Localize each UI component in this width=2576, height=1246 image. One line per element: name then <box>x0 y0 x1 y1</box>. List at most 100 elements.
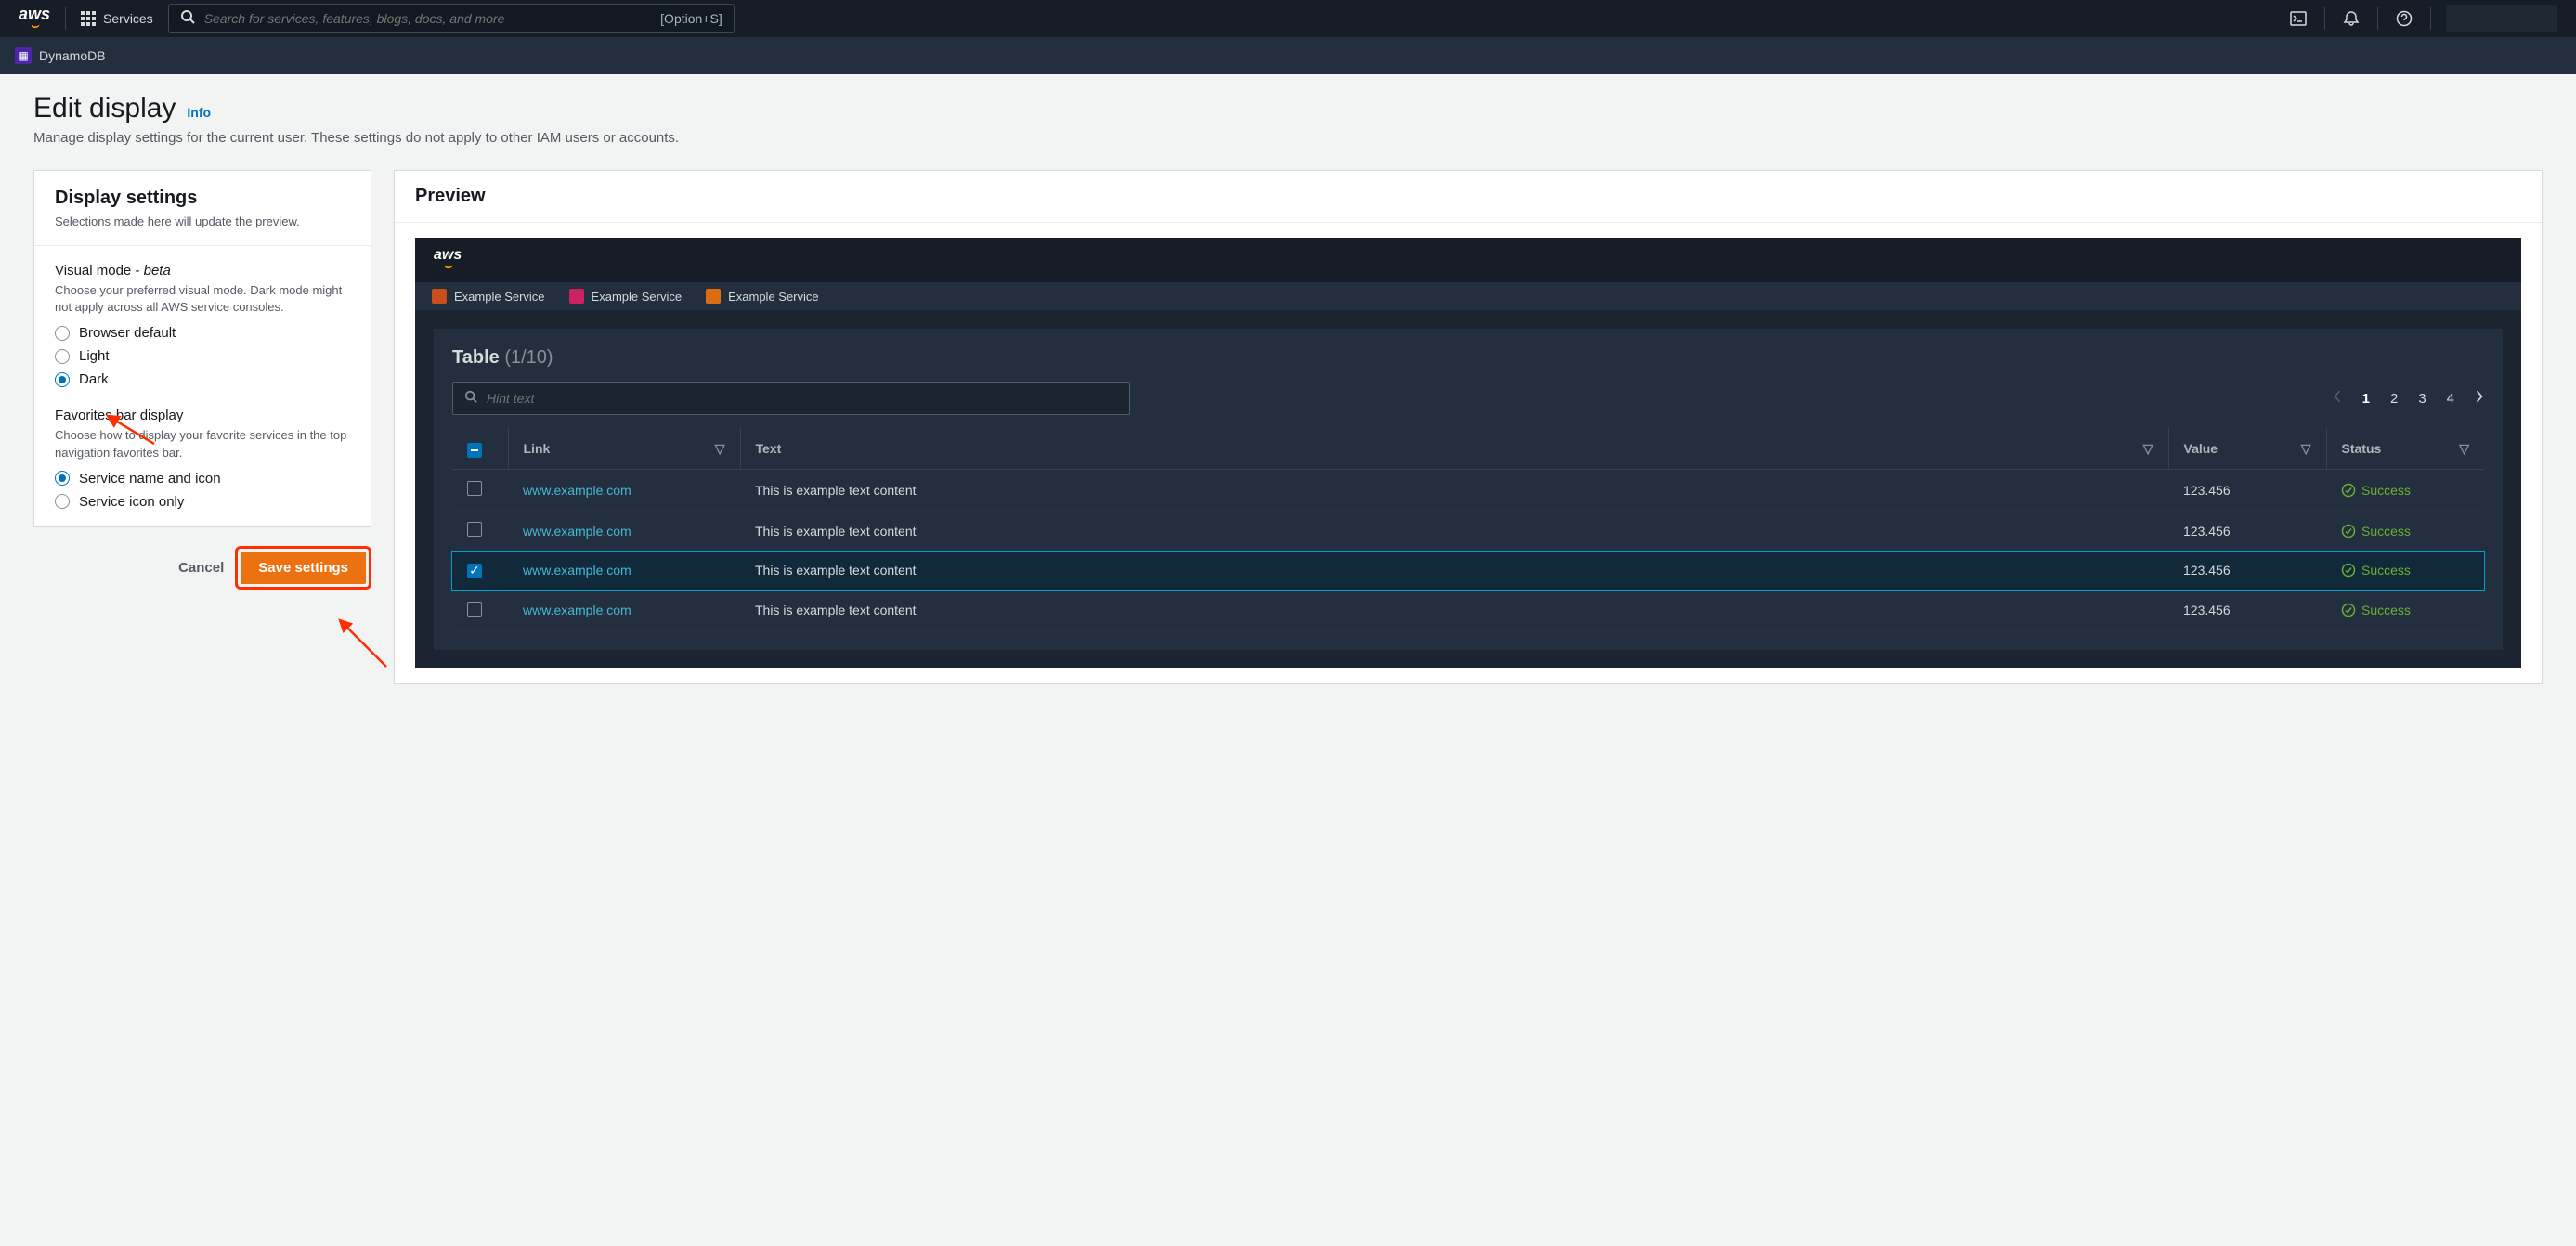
search-input[interactable] <box>204 11 651 26</box>
col-status[interactable]: Status▽ <box>2326 428 2484 470</box>
display-settings-panel: Display settings Selections made here wi… <box>33 170 371 527</box>
favorite-service[interactable]: Example Service <box>706 289 819 304</box>
cloudshell-icon[interactable] <box>2287 7 2309 30</box>
favorite-service[interactable]: Example Service <box>569 289 683 304</box>
action-buttons: Cancel Save settings <box>33 546 371 590</box>
preview-title: Preview <box>415 186 2521 207</box>
radio-dark[interactable]: Dark <box>55 371 350 387</box>
service-icon <box>432 289 447 304</box>
radio-icon <box>55 372 70 387</box>
col-value[interactable]: Value▽ <box>2168 428 2326 470</box>
cell-status: Success <box>2326 511 2484 552</box>
cell-link[interactable]: www.example.com <box>508 590 740 630</box>
row-checkbox[interactable] <box>467 522 482 537</box>
page-prev[interactable] <box>2333 389 2342 408</box>
radio-light[interactable]: Light <box>55 348 350 364</box>
checkbox-indeterminate-icon <box>467 443 482 458</box>
page-2[interactable]: 2 <box>2390 391 2398 407</box>
select-all-header[interactable] <box>452 428 508 470</box>
sort-icon: ▽ <box>2459 441 2469 457</box>
cell-value: 123.456 <box>2168 470 2326 511</box>
success-icon <box>2341 483 2356 498</box>
row-checkbox[interactable] <box>467 602 482 617</box>
cancel-button[interactable]: Cancel <box>178 546 224 590</box>
preview-favorites-bar: Example Service Example Service Example … <box>415 282 2521 310</box>
info-link[interactable]: Info <box>187 105 211 120</box>
annotation-highlight: Save settings <box>235 546 371 590</box>
services-menu[interactable]: Services <box>81 11 153 26</box>
search-shortcut: [Option+S] <box>660 11 722 26</box>
aws-logo: aws⌣ <box>434 248 462 272</box>
service-icon <box>569 289 584 304</box>
radio-icon <box>55 326 70 341</box>
success-icon <box>2341 603 2356 617</box>
cell-status: Success <box>2326 590 2484 630</box>
sort-icon: ▽ <box>715 441 725 457</box>
settings-title: Display settings <box>55 188 350 209</box>
visual-mode-radios: Browser default Light Dark <box>55 325 350 387</box>
preview-table: Link▽ Text▽ Value▽ Status▽ www.example.c… <box>452 428 2484 631</box>
col-link[interactable]: Link▽ <box>508 428 740 470</box>
page-1[interactable]: 1 <box>2362 391 2370 407</box>
radio-icon <box>55 349 70 364</box>
radio-icon <box>55 471 70 486</box>
main-content: Edit display Info Manage display setting… <box>0 74 2576 703</box>
cell-status: Success <box>2326 470 2484 511</box>
top-nav: aws⌣ Services [Option+S] <box>0 0 2576 37</box>
col-text[interactable]: Text▽ <box>740 428 2168 470</box>
help-icon[interactable] <box>2393 7 2415 30</box>
services-label: Services <box>103 11 153 26</box>
page-4[interactable]: 4 <box>2447 391 2454 407</box>
favorites-desc: Choose how to display your favorite serv… <box>55 427 350 461</box>
sort-icon: ▽ <box>2143 441 2153 457</box>
radio-browser-default[interactable]: Browser default <box>55 325 350 341</box>
cell-link[interactable]: www.example.com <box>508 552 740 591</box>
cell-text: This is example text content <box>740 590 2168 630</box>
table-row[interactable]: www.example.comThis is example text cont… <box>452 590 2484 630</box>
notifications-icon[interactable] <box>2340 7 2362 30</box>
favorite-service[interactable]: Example Service <box>432 289 545 304</box>
cell-text: This is example text content <box>740 552 2168 591</box>
visual-mode-desc: Choose your preferred visual mode. Dark … <box>55 282 350 316</box>
table-row[interactable]: www.example.comThis is example text cont… <box>452 511 2484 552</box>
save-settings-button[interactable]: Save settings <box>241 552 366 584</box>
table-row[interactable]: ✓ www.example.comThis is example text con… <box>452 552 2484 591</box>
divider <box>65 7 66 30</box>
service-subnav: ▦ DynamoDB <box>0 37 2576 74</box>
search-icon <box>464 390 477 408</box>
success-icon <box>2341 563 2356 578</box>
radio-icon-only[interactable]: Service icon only <box>55 494 350 510</box>
pagination: 1 2 3 4 <box>2333 389 2484 408</box>
preview-table-card: Table (1/10) <box>434 329 2503 650</box>
divider <box>2430 7 2431 30</box>
visual-mode-title: Visual mode - beta <box>55 263 350 279</box>
cell-value: 123.456 <box>2168 552 2326 591</box>
success-icon <box>2341 524 2356 539</box>
table-search[interactable] <box>452 382 1130 415</box>
table-row[interactable]: www.example.comThis is example text cont… <box>452 470 2484 511</box>
row-checkbox[interactable]: ✓ <box>467 564 482 578</box>
radio-name-and-icon[interactable]: Service name and icon <box>55 471 350 487</box>
cell-link[interactable]: www.example.com <box>508 470 740 511</box>
settings-subtitle: Selections made here will update the pre… <box>55 214 350 228</box>
account-menu[interactable] <box>2446 5 2557 32</box>
cell-text: This is example text content <box>740 470 2168 511</box>
cell-link[interactable]: www.example.com <box>508 511 740 552</box>
row-checkbox[interactable] <box>467 481 482 496</box>
preview-panel: Preview aws⌣ Example Service Example Ser… <box>394 170 2543 684</box>
service-tag[interactable]: ▦ DynamoDB <box>15 47 106 64</box>
cell-status: Success <box>2326 552 2484 591</box>
table-search-input[interactable] <box>487 391 1118 406</box>
global-search[interactable]: [Option+S] <box>168 4 735 33</box>
dynamodb-icon: ▦ <box>15 47 32 64</box>
divider <box>2324 7 2325 30</box>
grid-icon <box>81 11 96 26</box>
page-next[interactable] <box>2475 389 2484 408</box>
divider <box>2377 7 2378 30</box>
favorites-radios: Service name and icon Service icon only <box>55 471 350 510</box>
cell-value: 123.456 <box>2168 590 2326 630</box>
sort-icon: ▽ <box>2301 441 2311 457</box>
page-3[interactable]: 3 <box>2418 391 2426 407</box>
aws-logo[interactable]: aws⌣ <box>19 6 50 32</box>
cell-text: This is example text content <box>740 511 2168 552</box>
